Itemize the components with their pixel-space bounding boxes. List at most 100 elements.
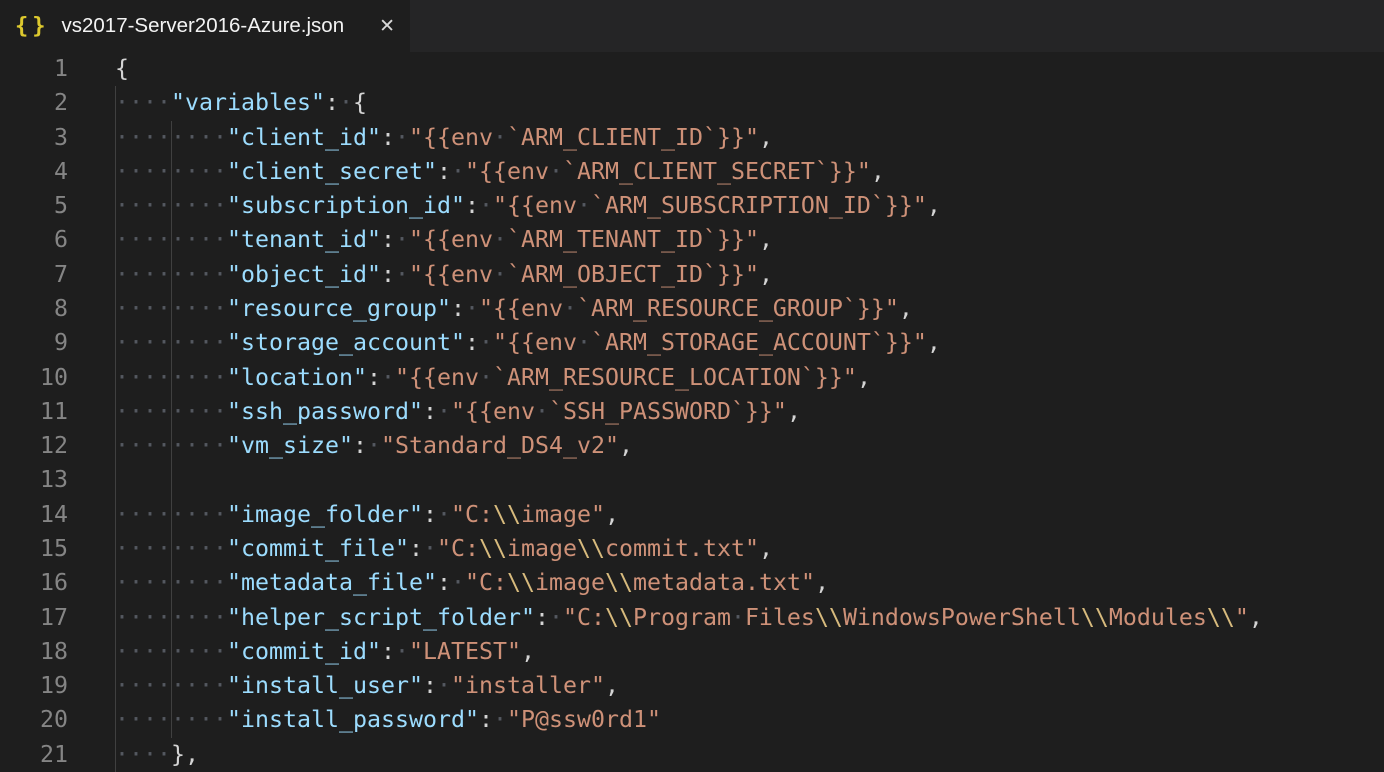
code-token: ,	[857, 364, 871, 391]
code-line-7[interactable]: 7········"object_id":·"{{env·`ARM_OBJECT…	[0, 258, 1384, 292]
code-line-10[interactable]: 10········"location":·"{{env·`ARM_RESOUR…	[0, 361, 1384, 395]
line-number[interactable]: 13	[0, 463, 115, 497]
line-number[interactable]: 12	[0, 429, 115, 463]
code-token: {	[353, 89, 367, 116]
whitespace-dot: ·	[157, 432, 171, 459]
line-number[interactable]: 8	[0, 292, 115, 326]
whitespace-dot: ·	[199, 569, 213, 596]
line-number[interactable]: 20	[0, 703, 115, 737]
whitespace-dot: ·	[129, 226, 143, 253]
code-token: ,	[871, 158, 885, 185]
line-number[interactable]: 16	[0, 566, 115, 600]
code-line-15[interactable]: 15········"commit_file":·"C:\\image\\com…	[0, 532, 1384, 566]
whitespace-dot: ·	[493, 706, 507, 733]
whitespace-dot: ·	[185, 364, 199, 391]
code-token: :	[409, 535, 423, 562]
code-line-19[interactable]: 19········"install_user":·"installer",	[0, 669, 1384, 703]
code-line-8[interactable]: 8········"resource_group":·"{{env·`ARM_R…	[0, 292, 1384, 326]
whitespace-dot: ·	[115, 261, 129, 288]
whitespace-dot: ·	[115, 364, 129, 391]
code-line-5[interactable]: 5········"subscription_id":·"{{env·`ARM_…	[0, 189, 1384, 223]
line-number[interactable]: 14	[0, 498, 115, 532]
code-line-13[interactable]: 13	[0, 463, 1384, 497]
line-number[interactable]: 18	[0, 635, 115, 669]
line-number[interactable]: 1	[0, 52, 115, 86]
whitespace-dot: ·	[143, 432, 157, 459]
line-number[interactable]: 21	[0, 738, 115, 772]
whitespace-dot: ·	[157, 706, 171, 733]
code-token: :	[353, 432, 367, 459]
line-number[interactable]: 19	[0, 669, 115, 703]
code-line-16[interactable]: 16········"metadata_file":·"C:\\image\\m…	[0, 566, 1384, 600]
line-number[interactable]: 11	[0, 395, 115, 429]
line-number[interactable]: 15	[0, 532, 115, 566]
whitespace-dot: ·	[493, 124, 507, 151]
whitespace-dot: ·	[213, 226, 227, 253]
code-token: :	[535, 604, 549, 631]
code-token: :	[367, 364, 381, 391]
code-token: "install_password"	[227, 706, 479, 733]
code-line-17[interactable]: 17········"helper_script_folder":·"C:\\P…	[0, 601, 1384, 635]
line-number[interactable]: 9	[0, 326, 115, 360]
code-line-21[interactable]: 21····},	[0, 738, 1384, 772]
whitespace-dot: ·	[157, 89, 171, 116]
code-line-1[interactable]: 1{	[0, 52, 1384, 86]
code-token: :	[325, 89, 339, 116]
line-number[interactable]: 5	[0, 189, 115, 223]
whitespace-dot: ·	[213, 329, 227, 356]
line-number[interactable]: 4	[0, 155, 115, 189]
whitespace-dot: ·	[157, 158, 171, 185]
code-token: "tenant_id"	[227, 226, 381, 253]
code-line-14[interactable]: 14········"image_folder":·"C:\\image",	[0, 498, 1384, 532]
whitespace-dot: ·	[115, 432, 129, 459]
close-tab-icon[interactable]: ✕	[379, 15, 395, 37]
whitespace-dot: ·	[577, 329, 591, 356]
code-line-2[interactable]: 2····"variables":·{	[0, 86, 1384, 120]
whitespace-dot: ·	[115, 569, 129, 596]
code-line-20[interactable]: 20········"install_password":·"P@ssw0rd1…	[0, 703, 1384, 737]
whitespace-dot: ·	[185, 569, 199, 596]
code-token: "LATEST"	[409, 638, 521, 665]
whitespace-dot: ·	[199, 638, 213, 665]
whitespace-dot: ·	[157, 124, 171, 151]
code-token: "commit_id"	[227, 638, 381, 665]
whitespace-dot: ·	[213, 295, 227, 322]
code-line-11[interactable]: 11········"ssh_password":·"{{env·`SSH_PA…	[0, 395, 1384, 429]
code-line-6[interactable]: 6········"tenant_id":·"{{env·`ARM_TENANT…	[0, 223, 1384, 257]
code-token: "ssh_password"	[227, 398, 423, 425]
line-number[interactable]: 3	[0, 121, 115, 155]
line-number[interactable]: 2	[0, 86, 115, 120]
line-number[interactable]: 10	[0, 361, 115, 395]
whitespace-dot: ·	[115, 192, 129, 219]
whitespace-dot: ·	[395, 261, 409, 288]
code-token: :	[381, 226, 395, 253]
whitespace-dot: ·	[185, 432, 199, 459]
whitespace-dot: ·	[199, 535, 213, 562]
whitespace-dot: ·	[171, 364, 185, 391]
whitespace-dot: ·	[129, 398, 143, 425]
code-line-12[interactable]: 12········"vm_size":·"Standard_DS4_v2",	[0, 429, 1384, 463]
code-editor[interactable]: 1{2····"variables":·{3········"client_id…	[0, 52, 1384, 772]
code-token: {	[115, 55, 129, 82]
whitespace-dot: ·	[185, 604, 199, 631]
whitespace-dot: ·	[171, 158, 185, 185]
line-number[interactable]: 6	[0, 223, 115, 257]
code-token: "{{env	[479, 295, 563, 322]
code-line-9[interactable]: 9········"storage_account":·"{{env·`ARM_…	[0, 326, 1384, 360]
code-line-18[interactable]: 18········"commit_id":·"LATEST",	[0, 635, 1384, 669]
line-number[interactable]: 17	[0, 601, 115, 635]
whitespace-dot: ·	[479, 192, 493, 219]
whitespace-dot: ·	[437, 501, 451, 528]
code-token: "client_id"	[227, 124, 381, 151]
code-line-3[interactable]: 3········"client_id":·"{{env·`ARM_CLIENT…	[0, 121, 1384, 155]
tab-bar: {} vs2017-Server2016-Azure.json ✕	[0, 0, 1384, 52]
file-tab[interactable]: {} vs2017-Server2016-Azure.json ✕	[0, 0, 410, 52]
code-token: \\	[577, 535, 605, 562]
code-line-4[interactable]: 4········"client_secret":·"{{env·`ARM_CL…	[0, 155, 1384, 189]
code-token: ,	[815, 569, 829, 596]
line-number[interactable]: 7	[0, 258, 115, 292]
code-line-content: ········"location":·"{{env·`ARM_RESOURCE…	[115, 361, 1384, 395]
code-token: ,	[759, 535, 773, 562]
code-line-content: ········"vm_size":·"Standard_DS4_v2",	[115, 429, 1384, 463]
whitespace-dot: ·	[129, 706, 143, 733]
